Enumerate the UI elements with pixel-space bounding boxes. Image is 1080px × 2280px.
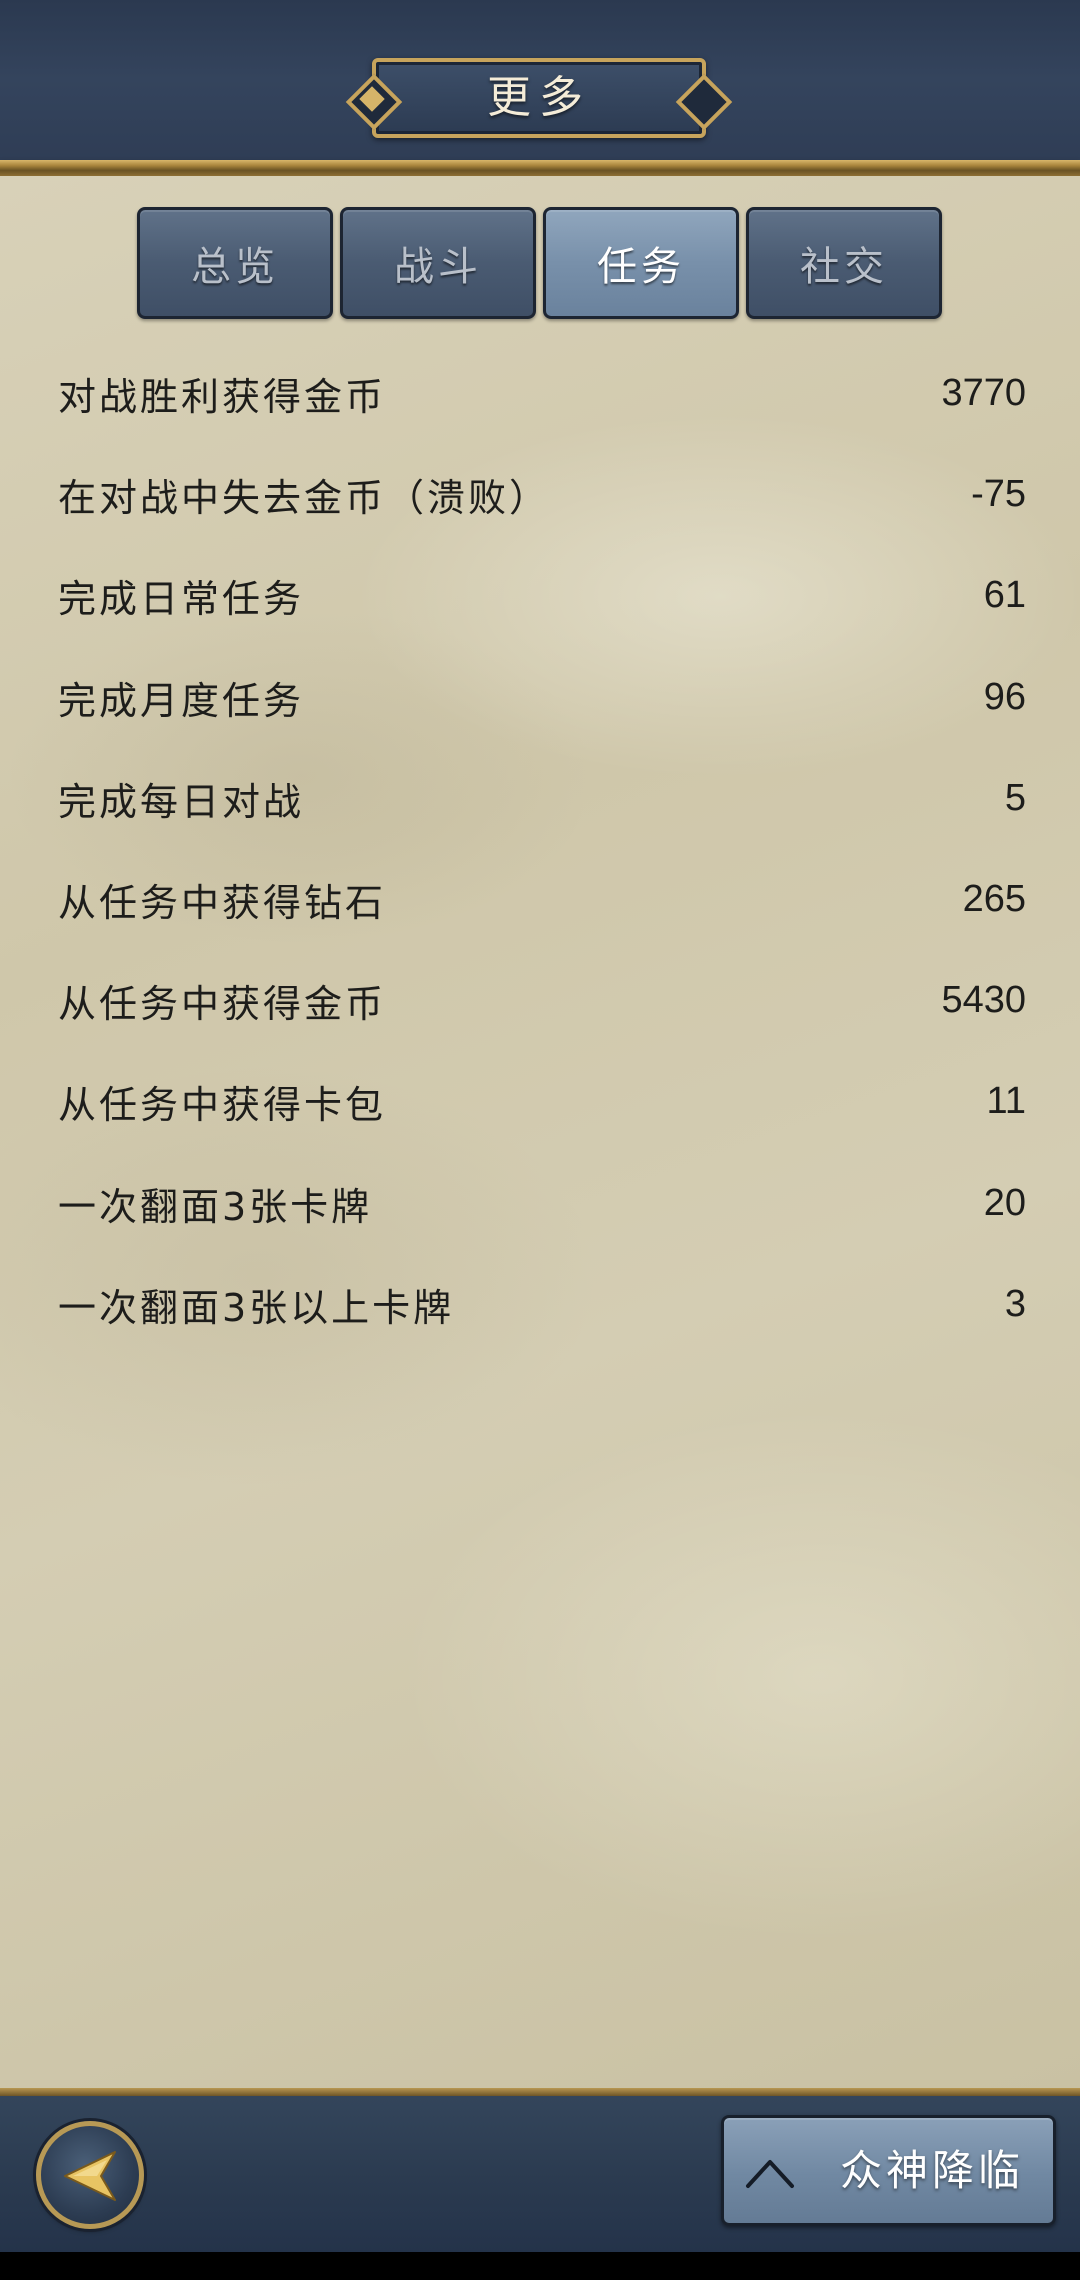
- footer-gold-divider: [0, 2088, 1080, 2096]
- stat-label: 完成月度任务: [58, 678, 305, 723]
- stat-label: 完成每日对战: [58, 779, 305, 824]
- stat-row: 一次翻面3张以上卡牌 3: [58, 1254, 1026, 1355]
- stat-label: 对战胜利获得金币: [58, 375, 387, 420]
- stat-value: 96: [983, 675, 1026, 718]
- stats-tab-bar: 总览 战斗 任务 社交: [137, 207, 943, 319]
- stat-label: 在对战中失去金币（溃败）: [58, 476, 551, 521]
- tab-social[interactable]: 社交: [746, 207, 942, 319]
- expand-menu-button[interactable]: 众神降临: [721, 2115, 1056, 2226]
- title-ornament-right: [693, 86, 719, 112]
- stat-label: 完成日常任务: [58, 577, 305, 622]
- stat-row: 从任务中获得金币 5430: [58, 950, 1026, 1051]
- stat-value: 61: [983, 574, 1026, 617]
- header-gold-divider: [0, 160, 1080, 176]
- chevron-up-icon: [746, 2160, 794, 2188]
- back-arrow-icon: [64, 2151, 116, 2201]
- title-plaque: 更多: [359, 58, 719, 138]
- system-nav-bar: [0, 2252, 1080, 2280]
- stat-row: 从任务中获得钻石 265: [58, 849, 1026, 950]
- stat-row: 一次翻面3张卡牌 20: [58, 1153, 1026, 1254]
- stat-value: 3: [1004, 1282, 1026, 1325]
- stat-value: 3770: [941, 372, 1026, 415]
- back-button[interactable]: [36, 2121, 144, 2229]
- tab-quests[interactable]: 任务: [543, 207, 739, 319]
- stat-value: 11: [986, 1080, 1026, 1123]
- stat-row: 完成每日对战 5: [58, 748, 1026, 849]
- stat-label: 一次翻面3张以上卡牌: [58, 1285, 455, 1330]
- stat-row: 对战胜利获得金币 3770: [58, 343, 1026, 444]
- stat-label: 一次翻面3张卡牌: [58, 1184, 373, 1229]
- stat-value: 20: [983, 1181, 1026, 1224]
- stat-label: 从任务中获得金币: [58, 982, 387, 1027]
- stat-label: 从任务中获得卡包: [58, 1083, 387, 1128]
- stat-value: 5: [1004, 776, 1026, 819]
- stat-row: 从任务中获得卡包 11: [58, 1051, 1026, 1152]
- stats-list: 对战胜利获得金币 3770 在对战中失去金币（溃败） -75 完成日常任务 61…: [58, 343, 1026, 1355]
- stat-row: 在对战中失去金币（溃败） -75: [58, 444, 1026, 545]
- stat-value: 5430: [941, 979, 1026, 1022]
- page-title: 更多: [487, 72, 591, 123]
- tab-overview[interactable]: 总览: [137, 207, 333, 319]
- stat-value: -75: [971, 473, 1026, 516]
- expand-menu-label: 众神降临: [840, 2146, 1025, 2195]
- stat-label: 从任务中获得钻石: [58, 881, 387, 926]
- stat-row: 完成日常任务 61: [58, 545, 1026, 646]
- stat-row: 完成月度任务 96: [58, 647, 1026, 748]
- stat-value: 265: [962, 878, 1026, 921]
- tab-battle[interactable]: 战斗: [340, 207, 536, 319]
